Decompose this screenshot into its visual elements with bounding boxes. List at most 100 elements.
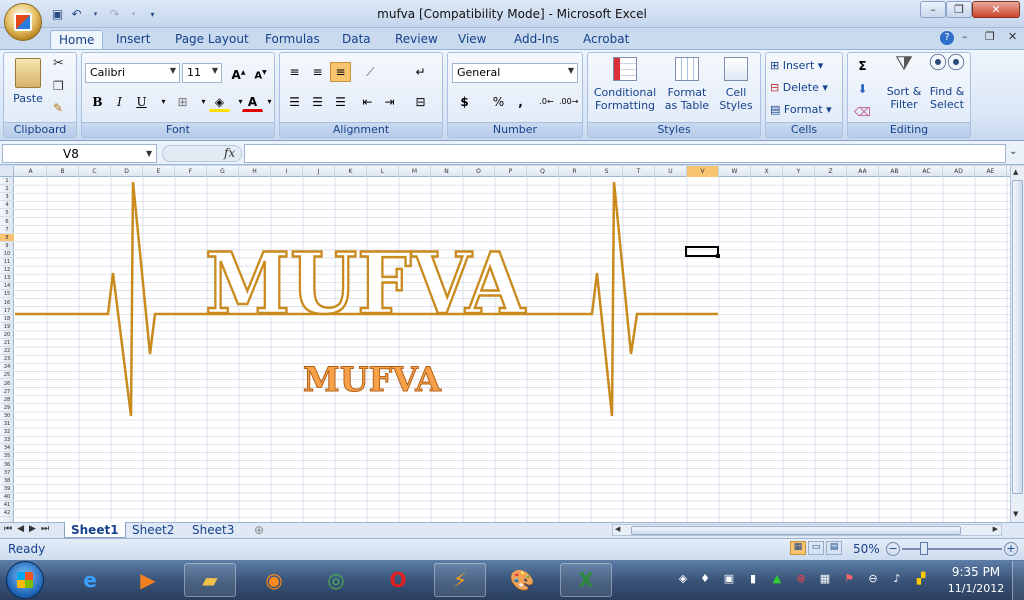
row-header-11[interactable]: 11 [0,258,14,267]
select-all-corner[interactable] [0,166,14,177]
row-header-19[interactable]: 19 [0,323,14,331]
row-header-41[interactable]: 41 [0,501,14,510]
font-family-select[interactable]: Calibri ▼ [85,63,180,83]
font-color-dropdown-icon[interactable]: ▾ [259,92,280,112]
tab-insert[interactable]: Insert [108,30,158,50]
tab-review[interactable]: Review [387,30,446,50]
format-cells-button[interactable]: ▤ Format ▾ [770,103,832,116]
maximize-button[interactable]: ❐ [946,1,972,18]
row-header-32[interactable]: 32 [0,428,14,437]
align-middle-icon[interactable]: ≡ [307,62,328,82]
row-header-25[interactable]: 25 [0,371,14,380]
row-header-6[interactable]: 6 [0,218,14,226]
antivirus-tray-icon[interactable]: ⊛ [794,572,808,586]
row-header-14[interactable]: 14 [0,282,14,291]
column-header-ac[interactable]: AC [911,166,943,177]
ribbon-restore-icon[interactable]: ❐ [985,30,995,43]
page-layout-view-icon[interactable]: ▭ [808,541,824,555]
wrap-text-icon[interactable]: ↵ [410,62,431,82]
column-header-e[interactable]: E [143,166,175,177]
column-header-r[interactable]: R [559,166,591,177]
column-header-l[interactable]: L [367,166,399,177]
format-painter-icon[interactable]: ✎ [53,102,63,115]
column-header-g[interactable]: G [207,166,239,177]
winamp-icon[interactable]: ⚡ [434,563,486,597]
minus-tray-icon[interactable]: ⊖ [866,572,880,586]
vertical-scrollbar[interactable]: ▲ ▼ [1010,166,1024,522]
currency-button[interactable]: $ [454,92,475,112]
column-header-aa[interactable]: AA [847,166,879,177]
camera-tray-icon[interactable]: ▣ [722,572,736,586]
grow-font-icon[interactable]: A▲ [228,63,249,83]
drop-tray-icon[interactable]: ♦ [698,572,712,586]
row-header-3[interactable]: 3 [0,193,14,202]
clock-date[interactable]: 11/1/2012 [946,582,1006,595]
zoom-slider-thumb[interactable] [920,542,928,555]
orientation-icon[interactable]: ⟋ [360,62,381,82]
decrease-indent-icon[interactable]: ⇤ [357,92,378,112]
fill-icon[interactable]: ⬇ [852,79,873,99]
row-header-24[interactable]: 24 [0,363,14,372]
volume-tray-icon[interactable]: ♪ [890,572,904,586]
ribbon-close-icon[interactable]: ✕ [1008,30,1017,43]
column-header-o[interactable]: O [463,166,495,177]
vertical-scroll-thumb[interactable] [1012,180,1023,494]
insert-sheet-icon[interactable]: ⊕ [248,522,270,538]
zoom-slider-track[interactable] [902,548,1002,550]
chrome-icon[interactable]: ◎ [310,563,362,597]
column-header-v[interactable]: V [687,166,719,177]
column-header-x[interactable]: X [751,166,783,177]
column-header-i[interactable]: I [271,166,303,177]
column-header-b[interactable]: B [47,166,79,177]
column-header-p[interactable]: P [495,166,527,177]
row-header-35[interactable]: 35 [0,452,14,461]
increase-decimal-icon[interactable]: .0← [536,92,557,112]
horizontal-scrollbar[interactable]: ◀ ▶ [612,524,1002,536]
scroll-down-icon[interactable]: ▼ [1013,510,1018,518]
zoom-level[interactable]: 50% [853,542,880,556]
row-header-7[interactable]: 7 [0,226,14,234]
row-header-22[interactable]: 22 [0,347,14,356]
underline-dropdown-icon[interactable]: ▾ [153,92,174,112]
copy-icon[interactable]: ❐ [53,80,64,93]
row-header-9[interactable]: 9 [0,242,14,250]
row-header-36[interactable]: 36 [0,461,14,469]
column-header-y[interactable]: Y [783,166,815,177]
row-header-15[interactable]: 15 [0,290,14,299]
row-header-13[interactable]: 13 [0,274,14,283]
font-size-select[interactable]: 11 ▼ [182,63,222,83]
merge-center-icon[interactable]: ⊟ [410,92,431,112]
row-header-17[interactable]: 17 [0,307,14,315]
sort-filter-button[interactable]: ⧩ Sort & Filter [884,53,924,111]
column-header-h[interactable]: H [239,166,271,177]
paste-button[interactable]: Paste [8,56,48,118]
number-format-select[interactable]: General ▼ [452,63,578,83]
italic-icon[interactable]: I [109,92,130,112]
tab-acrobat[interactable]: Acrobat [575,30,637,50]
row-header-1[interactable]: 1 [0,177,14,186]
underline-icon[interactable]: U [131,92,152,112]
column-header-w[interactable]: W [719,166,751,177]
shrink-font-icon[interactable]: A▼ [250,63,271,83]
align-left-icon[interactable]: ☰ [284,92,305,112]
autosum-icon[interactable]: Σ [852,56,873,76]
close-button[interactable]: ✕ [972,1,1020,18]
insert-cells-button[interactable]: ⊞ Insert ▾ [770,59,823,72]
row-header-34[interactable]: 34 [0,444,14,453]
network-tray-icon[interactable]: ◈ [676,572,690,586]
page-break-view-icon[interactable]: ▤ [826,541,842,555]
row-header-10[interactable]: 10 [0,250,14,258]
bold-icon[interactable]: B [87,92,108,112]
scroll-right-icon[interactable]: ▶ [993,525,998,533]
column-header-ad[interactable]: AD [943,166,975,177]
monitor-tray-icon[interactable]: ▦ [818,572,832,586]
column-header-t[interactable]: T [623,166,655,177]
increase-indent-icon[interactable]: ⇥ [379,92,400,112]
cell-styles-button[interactable]: Cell Styles [714,57,758,112]
row-header-31[interactable]: 31 [0,420,14,429]
column-header-ae[interactable]: AE [975,166,1007,177]
align-bottom-icon[interactable]: ≡ [330,62,351,82]
show-desktop-button[interactable] [1012,561,1024,600]
tab-page-layout[interactable]: Page Layout [167,30,257,50]
column-header-c[interactable]: C [79,166,111,177]
